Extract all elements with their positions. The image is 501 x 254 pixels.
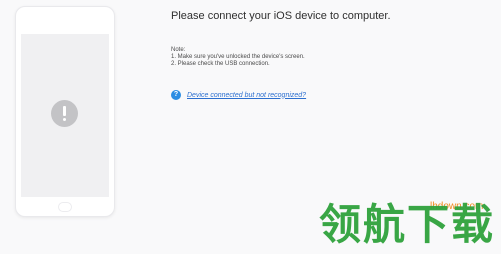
phone-screen — [21, 34, 109, 197]
device-not-recognized-link[interactable]: Device connected but not recognized? — [187, 92, 306, 99]
note-item-usb: 2. Please check the USB connection. — [171, 61, 270, 67]
exclamation-icon — [51, 100, 78, 127]
watermark-logo: 领航下载 — [319, 200, 496, 249]
help-row: ? Device connected but not recognized? — [171, 89, 306, 101]
note-block: Note: 1. Make sure you've unlocked the d… — [171, 47, 305, 68]
phone-mockup — [15, 6, 115, 217]
note-item-unlock: 1. Make sure you've unlocked the device'… — [171, 54, 305, 60]
question-icon[interactable]: ? — [171, 90, 181, 100]
page-title: Please connect your iOS device to comput… — [171, 10, 391, 22]
note-label: Note: — [171, 47, 186, 53]
phone-home-button — [58, 202, 72, 212]
